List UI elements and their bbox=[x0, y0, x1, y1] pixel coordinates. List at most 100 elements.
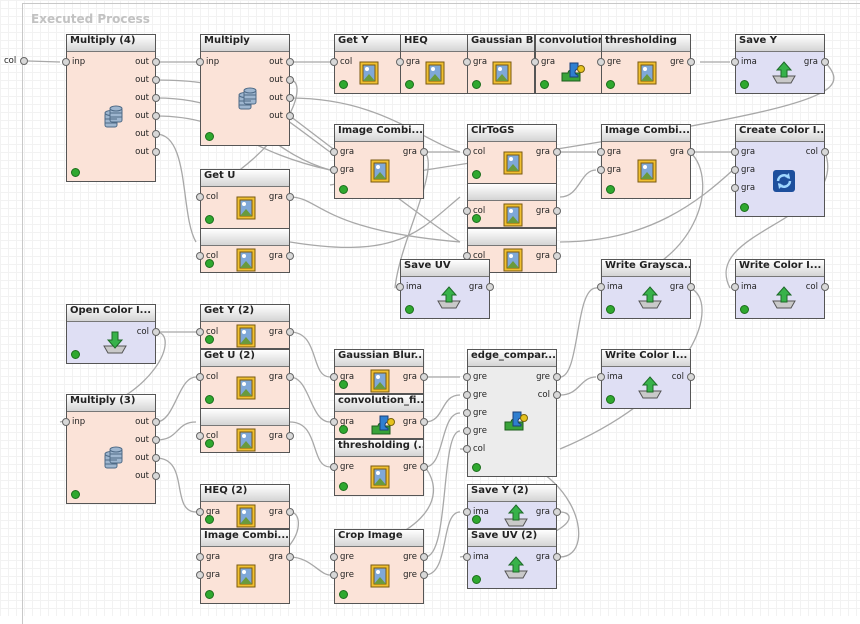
input-port[interactable] bbox=[597, 166, 605, 174]
input-port[interactable] bbox=[463, 409, 471, 417]
input-port[interactable] bbox=[463, 445, 471, 453]
operator-title[interactable] bbox=[201, 229, 289, 246]
input-port[interactable] bbox=[531, 58, 539, 66]
input-port[interactable] bbox=[463, 207, 471, 215]
input-port[interactable] bbox=[330, 553, 338, 561]
operator-24[interactable]: Gaussian Blur... gra gra bbox=[330, 349, 428, 394]
operator-8[interactable]: Image Combi... gra gra gra bbox=[330, 124, 428, 199]
operator-18[interactable]: Write Color I... ima col bbox=[731, 259, 829, 319]
operator-13[interactable]: Create Color I... gra gra gra col bbox=[731, 124, 829, 217]
output-port[interactable] bbox=[821, 58, 829, 66]
output-port[interactable] bbox=[420, 418, 428, 426]
output-port[interactable] bbox=[687, 283, 695, 291]
operator-title[interactable]: Get Y (2) bbox=[201, 305, 289, 322]
operator-31[interactable]: Crop Image gre gre gre gre bbox=[330, 529, 428, 604]
operator-21[interactable]: Get U (2) col gra bbox=[196, 349, 294, 409]
output-port[interactable] bbox=[286, 76, 294, 84]
operator-14[interactable]: Get U col gra bbox=[196, 169, 294, 229]
operator-32[interactable]: Save Y (2) ima gra bbox=[463, 484, 561, 529]
operator-title[interactable]: Image Combi... bbox=[335, 125, 423, 142]
output-port[interactable] bbox=[152, 148, 160, 156]
output-port[interactable] bbox=[553, 252, 561, 260]
operator-15[interactable]: col gra bbox=[196, 228, 294, 273]
input-port[interactable] bbox=[196, 571, 204, 579]
output-port[interactable] bbox=[286, 112, 294, 120]
output-port[interactable] bbox=[286, 508, 294, 516]
operator-title[interactable]: Save UV (2) bbox=[468, 530, 556, 547]
input-port[interactable] bbox=[463, 553, 471, 561]
operator-7[interactable]: Save Y ima gra bbox=[731, 34, 829, 94]
operator-28[interactable]: Write Color I... ima col bbox=[597, 349, 695, 409]
operator-title[interactable]: Gaussian Blur bbox=[468, 35, 534, 52]
output-port[interactable] bbox=[420, 373, 428, 381]
operator-title[interactable]: edge_compar... bbox=[468, 350, 556, 367]
operator-title[interactable]: thresholding (... bbox=[335, 440, 423, 457]
operator-title[interactable]: Write Graysca... bbox=[602, 260, 690, 277]
operator-title[interactable]: Save Y (2) bbox=[468, 485, 556, 502]
input-port[interactable] bbox=[597, 58, 605, 66]
operator-10[interactable]: col gra bbox=[463, 183, 561, 228]
operator-12[interactable]: Image Combi... gra gra gra bbox=[597, 124, 695, 199]
input-port[interactable] bbox=[196, 252, 204, 260]
input-port[interactable] bbox=[196, 553, 204, 561]
output-port[interactable] bbox=[152, 94, 160, 102]
operator-6[interactable]: thresholding gre gre bbox=[597, 34, 695, 94]
operator-title[interactable]: Image Combi... bbox=[602, 125, 690, 142]
operator-5[interactable]: convolution gra bbox=[531, 34, 603, 94]
output-port[interactable] bbox=[152, 76, 160, 84]
operator-23[interactable]: Multiply (3) inp out out out out bbox=[62, 394, 160, 504]
input-port[interactable] bbox=[463, 148, 471, 156]
operator-29[interactable]: HEQ (2) gra gra bbox=[196, 484, 294, 529]
operator-title[interactable]: Crop Image bbox=[335, 530, 423, 547]
operator-2[interactable]: Get Y col bbox=[330, 34, 402, 94]
operator-title[interactable]: Save UV bbox=[401, 260, 489, 277]
output-port[interactable] bbox=[553, 553, 561, 561]
operator-19[interactable]: Open Color I... col bbox=[66, 304, 160, 364]
operator-title[interactable]: convolution bbox=[536, 35, 602, 52]
operator-title[interactable] bbox=[468, 229, 556, 246]
output-port[interactable] bbox=[152, 418, 160, 426]
operator-9[interactable]: ClrToGS col gra bbox=[463, 124, 561, 184]
operator-title[interactable]: Get U (2) bbox=[201, 350, 289, 367]
input-port[interactable] bbox=[396, 58, 404, 66]
operator-title[interactable]: HEQ bbox=[401, 35, 467, 52]
operator-0[interactable]: Multiply (4) inp out out out out out out bbox=[62, 34, 160, 182]
operator-title[interactable]: HEQ (2) bbox=[201, 485, 289, 502]
input-port[interactable] bbox=[196, 193, 204, 201]
output-port[interactable] bbox=[687, 58, 695, 66]
input-port[interactable] bbox=[196, 373, 204, 381]
operator-title[interactable] bbox=[468, 184, 556, 201]
input-port[interactable] bbox=[463, 58, 471, 66]
operator-title[interactable]: Open Color I... bbox=[67, 305, 155, 322]
input-port[interactable] bbox=[463, 373, 471, 381]
operator-27[interactable]: edge_compar... gre gre gre gre col gre col bbox=[463, 349, 561, 477]
operator-4[interactable]: Gaussian Blur gra bbox=[463, 34, 535, 94]
input-port[interactable] bbox=[597, 148, 605, 156]
operator-title[interactable]: Write Color I... bbox=[736, 260, 824, 277]
output-port[interactable] bbox=[687, 148, 695, 156]
output-port[interactable] bbox=[286, 432, 294, 440]
output-port[interactable] bbox=[553, 207, 561, 215]
input-port[interactable] bbox=[330, 148, 338, 156]
operator-1[interactable]: Multiply inp out out out out bbox=[196, 34, 294, 146]
input-port[interactable] bbox=[330, 58, 338, 66]
input-port[interactable] bbox=[330, 166, 338, 174]
operator-title[interactable]: Multiply (3) bbox=[67, 395, 155, 412]
operator-title[interactable]: Write Color I... bbox=[602, 350, 690, 367]
input-port[interactable] bbox=[330, 418, 338, 426]
output-port[interactable] bbox=[687, 373, 695, 381]
input-port[interactable] bbox=[196, 432, 204, 440]
input-port[interactable] bbox=[196, 328, 204, 336]
output-port[interactable] bbox=[553, 373, 561, 381]
output-port[interactable] bbox=[152, 328, 160, 336]
operator-16[interactable]: Save UV ima gra bbox=[396, 259, 494, 319]
input-port[interactable] bbox=[196, 508, 204, 516]
output-port[interactable] bbox=[286, 94, 294, 102]
operator-title[interactable]: ClrToGS bbox=[468, 125, 556, 142]
input-port[interactable] bbox=[330, 571, 338, 579]
output-port[interactable] bbox=[286, 373, 294, 381]
output-port[interactable] bbox=[152, 130, 160, 138]
output-port[interactable] bbox=[420, 463, 428, 471]
operator-26[interactable]: thresholding (... gre gre bbox=[330, 439, 428, 496]
input-port[interactable] bbox=[196, 58, 204, 66]
